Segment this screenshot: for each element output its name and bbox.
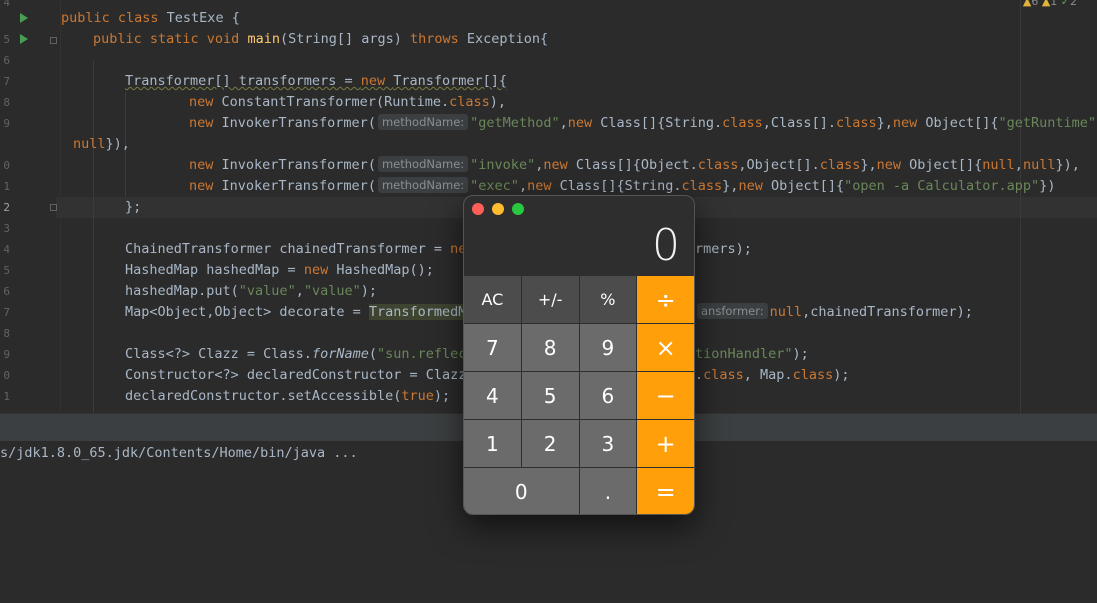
divide-button[interactable]: ÷ xyxy=(637,276,694,323)
code-line[interactable]: declaredConstructor.setAccessible(true); xyxy=(125,386,450,407)
window-close-button[interactable] xyxy=(472,203,484,215)
line-number: 6 xyxy=(3,285,10,298)
code-line[interactable]: HashedMap hashedMap = new HashedMap(); xyxy=(125,260,434,281)
code-line[interactable]: public static void main(String[] args) t… xyxy=(93,29,548,50)
code-line[interactable]: .class, Map.class); xyxy=(695,365,849,386)
digit-4-button[interactable]: 4 xyxy=(464,372,521,419)
calculator-keypad: AC +/- % ÷ 7 8 9 × 4 5 6 − 1 2 3 + 0 . = xyxy=(464,276,694,514)
run-icon[interactable] xyxy=(20,34,28,44)
line-number: 7 xyxy=(3,306,10,319)
digit-1-button[interactable]: 1 xyxy=(464,420,521,467)
add-button[interactable]: + xyxy=(637,420,694,467)
code-line[interactable]: ChainedTransformer chainedTransformer = … xyxy=(125,239,466,260)
code-line[interactable]: ansformer: null,chainedTransformer); xyxy=(695,302,973,323)
window-maximize-button[interactable] xyxy=(512,203,524,215)
line-number: 6 xyxy=(3,54,10,67)
fold-icon[interactable] xyxy=(50,37,57,44)
line-number: 0 xyxy=(3,159,10,172)
run-icon[interactable] xyxy=(20,13,28,23)
right-margin-guide xyxy=(1020,0,1021,413)
code-line[interactable]: rmers); xyxy=(695,239,752,260)
equals-button[interactable]: = xyxy=(637,468,694,514)
digit-0-button[interactable]: 0 xyxy=(464,468,579,514)
code-line[interactable]: public class TestExe { xyxy=(61,8,240,29)
calculator-window[interactable]: 0 AC +/- % ÷ 7 8 9 × 4 5 6 − 1 2 3 + 0 .… xyxy=(463,195,695,515)
console-command-line: s/jdk1.8.0_65.jdk/Contents/Home/bin/java… xyxy=(0,445,358,461)
code-line[interactable]: new InvokerTransformer(methodName: "exec"… xyxy=(189,176,1055,197)
code-line[interactable]: new InvokerTransformer(methodName: "getMe… xyxy=(189,113,1097,134)
code-line[interactable]: Constructor<?> declaredConstructor = Cla… xyxy=(125,365,466,386)
code-line[interactable]: tionHandler"); xyxy=(695,344,809,365)
inspection-status[interactable]: ▲6 ▲1 ✓2 xyxy=(1023,0,1077,8)
line-number: 5 xyxy=(3,33,10,46)
code-line[interactable]: new ConstantTransformer(Runtime.class), xyxy=(189,92,506,113)
line-number: 1 xyxy=(3,390,10,403)
digit-7-button[interactable]: 7 xyxy=(464,324,521,371)
digit-2-button[interactable]: 2 xyxy=(521,420,579,467)
fold-icon[interactable] xyxy=(50,204,57,211)
gutter-divider xyxy=(60,0,61,413)
digit-6-button[interactable]: 6 xyxy=(579,372,637,419)
calculator-display: 0 xyxy=(652,220,680,271)
sign-toggle-button[interactable]: +/- xyxy=(521,276,579,323)
line-number: 3 xyxy=(3,222,10,235)
line-number: 0 xyxy=(3,369,10,382)
code-line[interactable]: null}), xyxy=(73,134,130,155)
indent-guide xyxy=(93,60,94,413)
percent-button[interactable]: % xyxy=(579,276,637,323)
code-line[interactable]: Transformer[] transformers = new Transfo… xyxy=(125,71,507,92)
code-line[interactable]: hashedMap.put("value","value"); xyxy=(125,281,377,302)
digit-9-button[interactable]: 9 xyxy=(579,324,637,371)
line-number: 4 xyxy=(3,243,10,256)
ok-check-icon: ✓ xyxy=(1060,0,1070,8)
line-number: 9 xyxy=(3,348,10,361)
code-line[interactable]: new InvokerTransformer(methodName: "invok… xyxy=(189,155,1080,176)
line-number: 8 xyxy=(3,327,10,340)
parameter-hint: methodName: xyxy=(377,177,469,193)
code-line[interactable]: Map<Object,Object> decorate = Transforme… xyxy=(125,302,467,323)
line-number: 1 xyxy=(3,180,10,193)
parameter-hint: ansformer: xyxy=(697,303,768,319)
decimal-button[interactable]: . xyxy=(579,468,637,514)
line-number: 7 xyxy=(3,75,10,88)
parameter-hint: methodName: xyxy=(377,114,469,130)
parameter-hint: methodName: xyxy=(377,156,469,172)
window-minimize-button[interactable] xyxy=(492,203,504,215)
code-line[interactable]: }; xyxy=(125,197,141,218)
line-number: 2 xyxy=(3,201,10,214)
subtract-button[interactable]: − xyxy=(637,372,694,419)
line-number: 8 xyxy=(3,96,10,109)
line-number-gutter: 4 5 6 7 8 9 0 1 2 3 4 5 6 7 8 9 0 1 xyxy=(0,0,12,413)
code-line[interactable]: Class<?> Clazz = Class.forName("sun.refl… xyxy=(125,344,466,365)
clear-button[interactable]: AC xyxy=(464,276,521,323)
digit-5-button[interactable]: 5 xyxy=(521,372,579,419)
multiply-button[interactable]: × xyxy=(637,324,694,371)
weak-warning-icon: ▲ xyxy=(1041,0,1051,8)
digit-3-button[interactable]: 3 xyxy=(579,420,637,467)
line-number: 4 xyxy=(3,0,10,9)
digit-8-button[interactable]: 8 xyxy=(521,324,579,371)
line-number: 5 xyxy=(3,264,10,277)
line-number: 9 xyxy=(3,117,10,130)
